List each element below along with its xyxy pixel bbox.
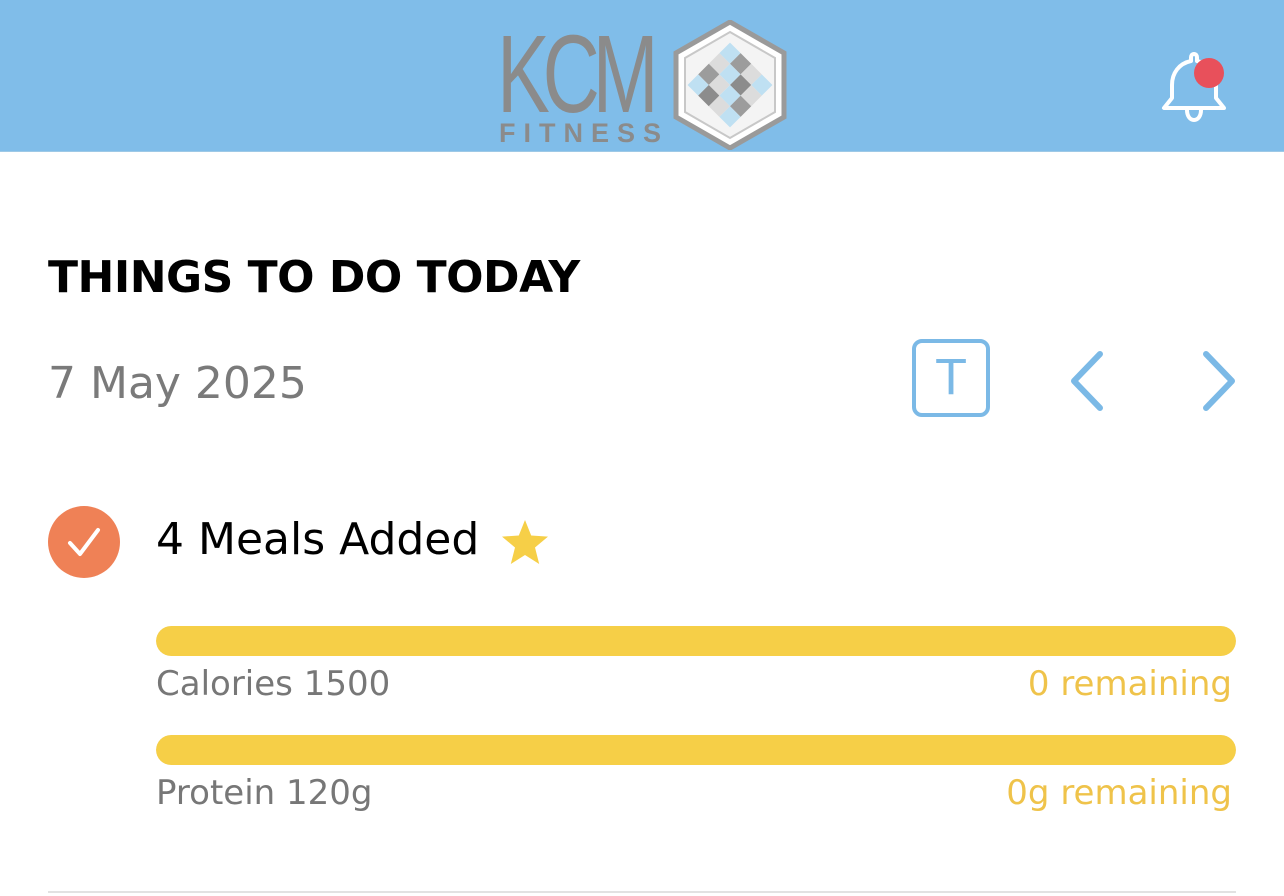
chevron-left-icon[interactable]: [1068, 348, 1108, 414]
current-date: 7 May 2025: [48, 358, 307, 409]
protein-progress-bar: [156, 735, 1236, 765]
calories-remaining: 0 remaining: [1027, 664, 1232, 704]
calories-progress-fill: [156, 626, 1236, 656]
logo-subtitle: FITNESS: [499, 118, 670, 148]
today-button[interactable]: T: [912, 339, 990, 417]
task-label: 4 Meals Added: [156, 514, 480, 565]
section-divider: [48, 891, 1236, 893]
bell-icon[interactable]: [1158, 48, 1230, 124]
logo-hexagon-icon: [673, 20, 787, 150]
calories-label: Calories 1500: [156, 664, 391, 704]
checkmark-icon: [68, 528, 100, 556]
app-header: KCM FITNESS: [0, 0, 1284, 152]
task-completed-checkbox[interactable]: [48, 506, 120, 578]
kcm-fitness-logo: KCM FITNESS: [497, 20, 787, 150]
protein-label: Protein 120g: [156, 773, 373, 813]
calories-progress-bar: [156, 626, 1236, 656]
notification-dot: [1194, 58, 1224, 88]
protein-progress-fill: [156, 735, 1236, 765]
section-title: THINGS TO DO TODAY: [48, 252, 580, 303]
protein-remaining: 0g remaining: [1006, 773, 1232, 813]
star-icon: [502, 520, 548, 564]
chevron-right-icon[interactable]: [1198, 348, 1238, 414]
logo-wordmark: KCM: [497, 13, 659, 136]
